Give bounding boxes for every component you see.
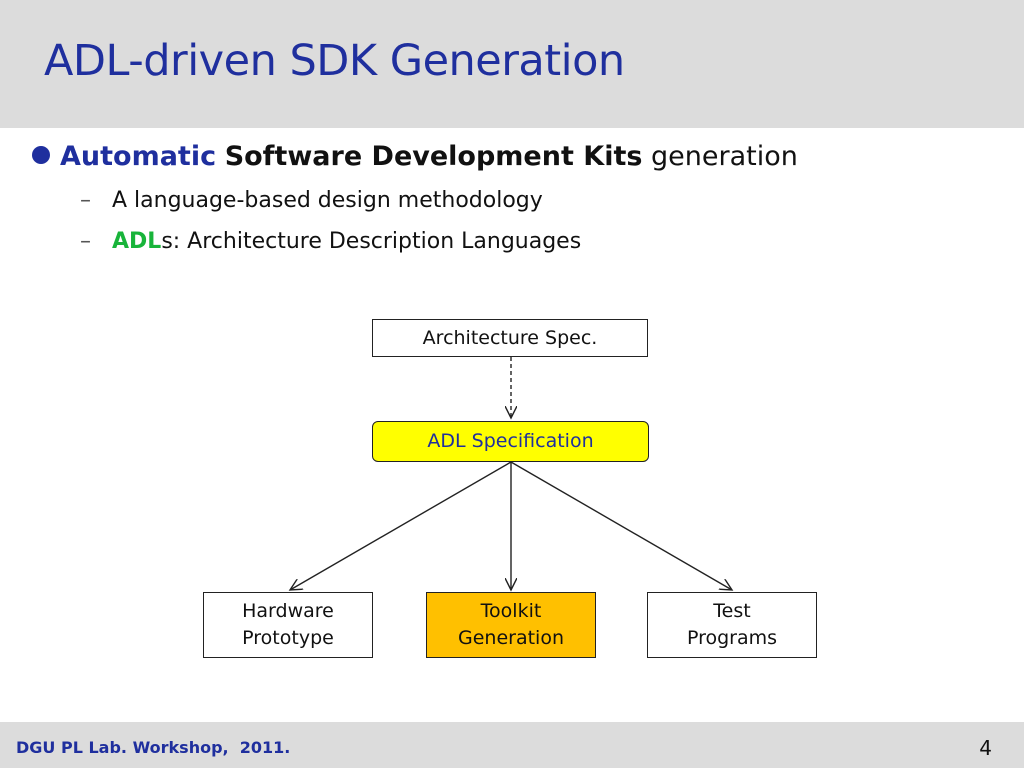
page-number: 4 — [979, 736, 992, 760]
test-label-line2: Programs — [686, 627, 778, 649]
architecture-spec-box: Architecture Spec. — [372, 319, 648, 357]
hardware-prototype-box: Hardware Prototype — [203, 592, 373, 658]
test-programs-box: Test Programs — [647, 592, 817, 658]
adl-specification-box: ADL Specification — [372, 421, 649, 462]
toolkit-label-line1: Toolkit — [480, 600, 542, 623]
footer-text: DGU PL Lab. Workshop, 2011. — [16, 738, 291, 757]
adl-specification-label: ADL Specification — [427, 430, 594, 453]
toolkit-generation-box: Toolkit Generation — [426, 592, 596, 658]
arrow-adl-to-test — [510, 461, 732, 590]
arrow-adl-to-hardware — [290, 461, 512, 590]
toolkit-label-line2: Generation — [458, 627, 564, 649]
hardware-label-line1: Hardware — [242, 600, 334, 623]
test-label-line1: Test — [713, 600, 751, 623]
hardware-label-line2: Prototype — [242, 627, 334, 649]
architecture-spec-label: Architecture Spec. — [422, 326, 598, 349]
